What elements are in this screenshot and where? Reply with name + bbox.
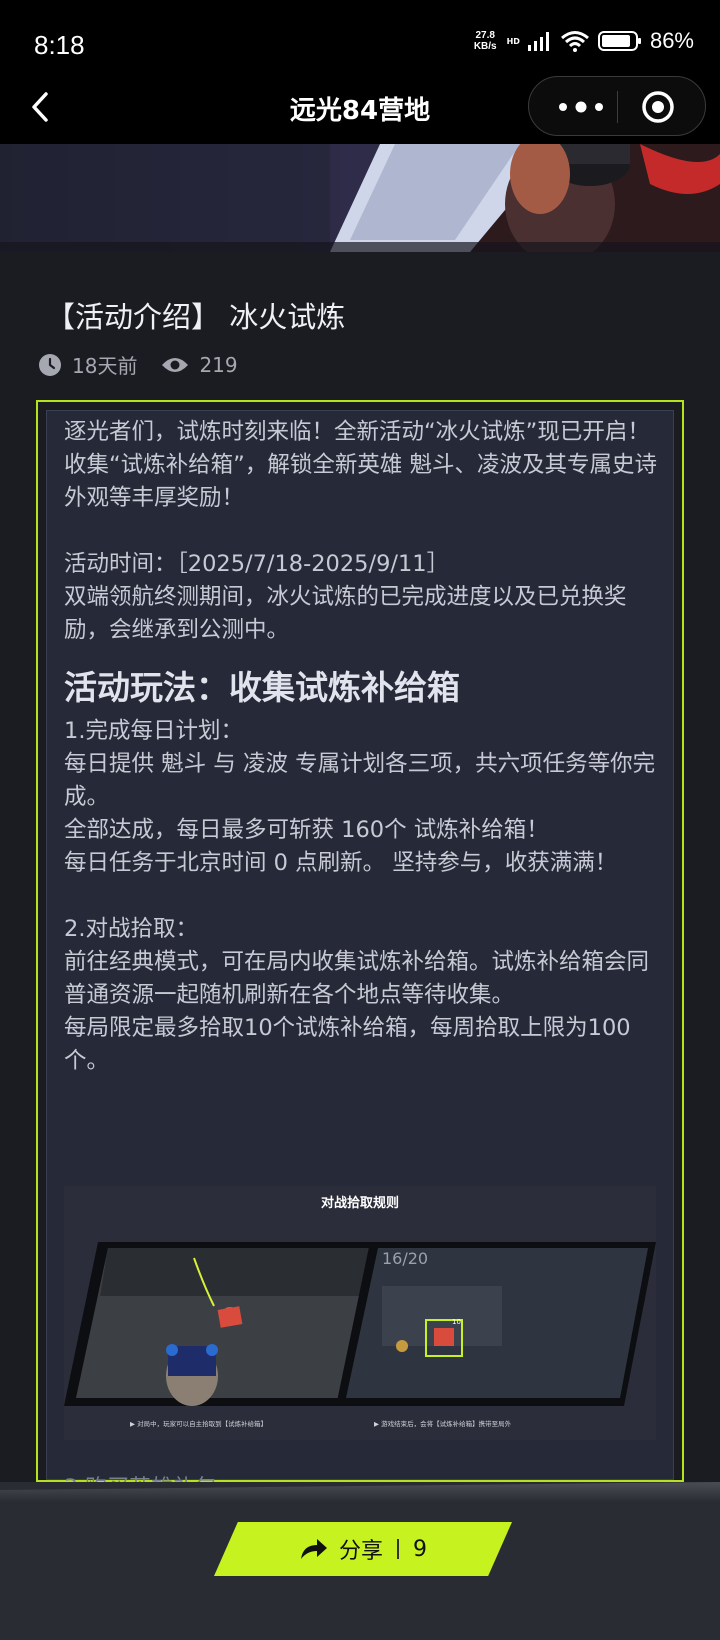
intro-paragraph: 逐光者们，试炼时刻来临！全新活动“冰火试炼”现已开启！收集“试炼补给箱”，解锁全… [64,419,657,511]
share-icon [300,1539,327,1559]
rule-caption-left: ▶ 对局中，玩家可以自主拾取到【试炼补给箱】 [130,1420,268,1428]
daily-plan-title: 1.完成每日计划： [64,718,243,744]
post-views-count: 219 [199,352,238,377]
nav-bar: 远光84营地 [0,68,720,144]
post-title: 【活动介绍】 冰火试炼 [46,300,346,334]
rule-caption-right: ▶ 游戏结束后，会将【试炼补给箱】携带至局外 [374,1420,512,1428]
post-views: 219 [161,352,238,377]
eye-icon [162,357,189,372]
signal-icon [527,32,549,51]
banner-image [0,144,720,252]
battery-percent: 86% [649,28,694,53]
banner-art [0,144,720,252]
capsule-divider [617,91,618,123]
battle-pickup-title: 2.对战拾取： [64,916,198,942]
status-time: 8:18 [34,30,85,60]
battle-pickup-line-2: 每局限定最多拾取10个试炼补给箱，每周拾取上限为100个。 [64,1015,631,1074]
close-mini-program-icon[interactable] [641,90,675,124]
daily-plan-line-1: 每日提供 魁斗 与 凌波 专属计划各三项，共六项任务等你完成。 [64,751,656,810]
mini-program-capsule [528,76,706,136]
battle-pickup-line-1: 前往经典模式，可在局内收集试炼补给箱。试炼补给箱会同普通资源一起随机刷新在各个地… [64,949,650,1008]
hd-badge: HD [506,36,520,46]
rule-image-art: 16/20 10 [64,1242,656,1406]
activity-time-note: 双端领航终测期间，冰火试炼的已完成进度以及已兑换奖励，会继承到公测中。 [64,584,627,643]
post-time: 18天前 [38,350,137,379]
clock-icon [39,353,61,376]
daily-plan-line-3: 每日任务于北京时间 0 点刷新。 坚持参与，收获满满！ [64,850,618,876]
share-button[interactable]: 分享 9 [214,1522,512,1576]
gameplay-heading: 活动玩法：收集试炼补给箱 [64,668,460,707]
post-time-text: 18天前 [72,354,138,378]
daily-plan-line-2: 全部达成，每日最多可斩获 160个 试炼补给箱！ [64,817,549,843]
status-icons: 27.8 KB/s HD 86% [474,28,694,54]
activity-time: 活动时间：［2025/7/18-2025/9/11］ [64,551,450,577]
more-icon[interactable] [553,95,609,119]
post-meta: 18天前 219 [38,350,262,379]
battery-icon [597,31,641,51]
share-divider [397,1539,399,1559]
battle-rule-image[interactable]: 对战拾取规则 16/20 10 ▶ 对局中，玩家可以自主拾取到【试炼补给箱】 ▶… [64,1186,656,1440]
share-count: 9 [413,1536,427,1562]
rule-image-box-count: 10 [452,1318,461,1326]
network-speed: 27.8 KB/s [473,30,497,52]
wifi-icon [560,31,589,52]
article-body: 逐光者们，试炼时刻来临！全新活动“冰火试炼”现已开启！收集“试炼补给箱”，解锁全… [64,416,660,1078]
rule-image-counter: 16/20 [382,1249,428,1268]
share-label: 分享 [338,1539,383,1564]
